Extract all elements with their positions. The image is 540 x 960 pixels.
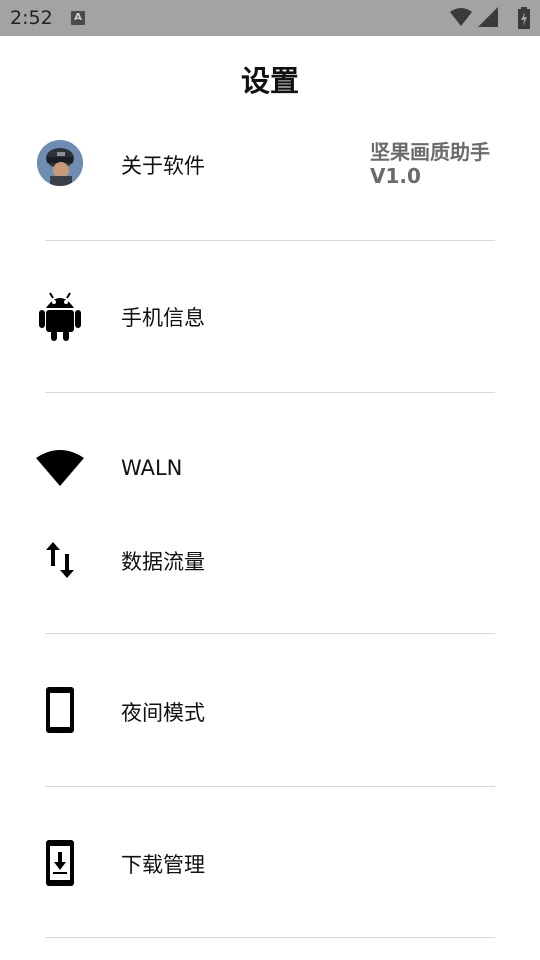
status-bar: 2:52 A: [0, 0, 540, 36]
app-name: 坚果画质助手: [370, 140, 490, 164]
settings-row-data[interactable]: 数据流量: [0, 520, 540, 610]
notification-icon: A: [71, 11, 85, 25]
download-phone-icon: [36, 840, 84, 888]
settings-row-downloads[interactable]: 下载管理: [0, 797, 540, 927]
status-time: 2:52: [10, 7, 53, 29]
app-info: 坚果画质助手 V1.0: [370, 140, 540, 188]
divider: [45, 240, 495, 241]
avatar-image: [37, 140, 83, 186]
settings-row-night-mode[interactable]: 夜间模式: [0, 645, 540, 775]
app-version: V1.0: [370, 164, 421, 188]
divider: [45, 786, 495, 787]
about-label: 关于软件: [121, 154, 205, 178]
phone-icon: [36, 687, 84, 735]
wifi-icon: [36, 448, 84, 496]
avatar: [37, 140, 85, 188]
battery-icon: [518, 7, 530, 29]
phone-info-label: 手机信息: [121, 306, 205, 330]
data-label: 数据流量: [121, 550, 205, 574]
night-mode-label: 夜间模式: [121, 701, 205, 725]
settings-row-phone-info[interactable]: 手机信息: [0, 250, 540, 380]
divider: [45, 392, 495, 393]
page-title: 设置: [240, 64, 299, 98]
cell-signal-icon: [478, 7, 498, 27]
divider: [45, 937, 495, 938]
settings-row-wlan[interactable]: WALN: [0, 430, 540, 510]
divider: [45, 633, 495, 634]
wlan-label: WALN: [121, 456, 183, 480]
wifi-status-icon: [450, 8, 472, 26]
android-icon: [36, 290, 84, 341]
data-transfer-icon: [36, 540, 84, 588]
downloads-label: 下载管理: [121, 853, 205, 877]
